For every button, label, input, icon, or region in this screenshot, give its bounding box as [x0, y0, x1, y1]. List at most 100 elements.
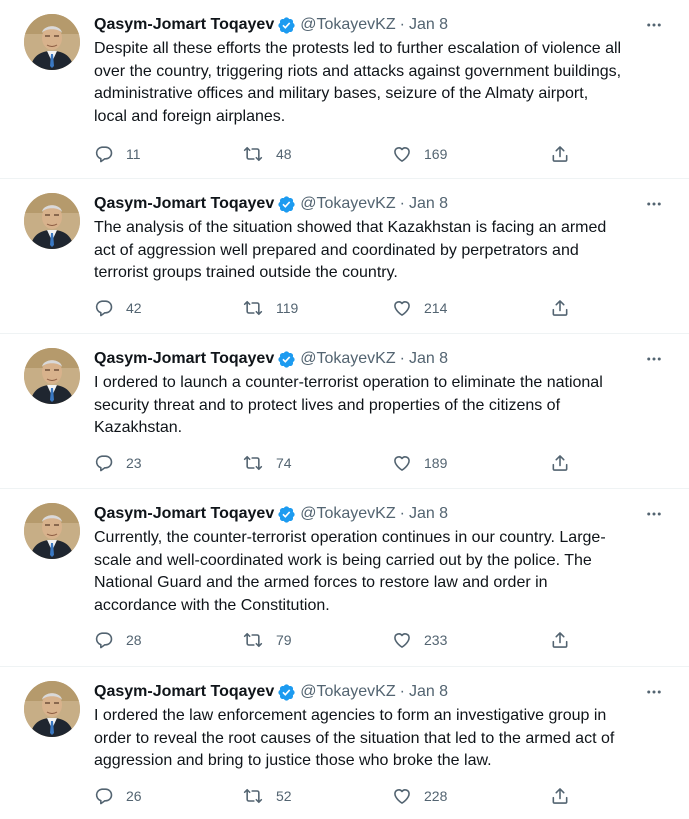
tweet-actions: 28 79 233 [94, 628, 586, 652]
author-name[interactable]: Qasym-Jomart Toqayev [94, 348, 274, 370]
tweet-header: Qasym-Jomart Toqayev @TokayevKZ · Jan 8 [94, 193, 448, 215]
tweet-text: I ordered to launch a counter-terrorist … [94, 374, 603, 436]
separator-dot: · [399, 505, 405, 522]
retweet-button[interactable]: 74 [242, 451, 292, 475]
author-name[interactable]: Qasym-Jomart Toqayev [94, 503, 274, 525]
separator-dot: · [399, 16, 405, 33]
author-handle[interactable]: @TokayevKZ [300, 193, 395, 215]
author-name[interactable]: Qasym-Jomart Toqayev [94, 681, 274, 703]
reply-icon [95, 300, 113, 317]
avatar-photo [24, 503, 80, 559]
reply-count: 11 [126, 146, 141, 162]
avatar[interactable] [24, 14, 80, 70]
retweet-button[interactable]: 79 [242, 628, 292, 652]
like-button[interactable]: 228 [392, 784, 447, 808]
author-name[interactable]: Qasym-Jomart Toqayev [94, 14, 274, 36]
tweet-2[interactable]: Qasym-Jomart Toqayev @TokayevKZ · Jan 8 … [0, 179, 689, 334]
share-button[interactable] [550, 451, 570, 475]
retweet-button[interactable]: 52 [242, 784, 292, 808]
reply-icon [95, 146, 113, 163]
share-icon [552, 455, 568, 471]
retweet-button[interactable]: 119 [242, 296, 298, 320]
avatar-photo [24, 681, 80, 737]
share-icon [552, 632, 568, 648]
separator-dot: · [399, 683, 405, 700]
author-handle[interactable]: @TokayevKZ [300, 14, 395, 36]
tweet-timestamp[interactable]: Jan 8 [409, 193, 448, 215]
tweet-text: I ordered the law enforcement agencies t… [94, 707, 615, 769]
tweet-5[interactable]: Qasym-Jomart Toqayev @TokayevKZ · Jan 8 … [0, 667, 689, 819]
like-button[interactable]: 169 [392, 142, 447, 166]
retweet-icon [243, 146, 263, 162]
avatar-photo [24, 348, 80, 404]
tweet-header: Qasym-Jomart Toqayev @TokayevKZ · Jan 8 [94, 503, 448, 525]
share-button[interactable] [550, 142, 570, 166]
author-handle[interactable]: @TokayevKZ [300, 681, 395, 703]
like-button[interactable]: 214 [392, 296, 447, 320]
more-options-icon[interactable] [641, 193, 667, 215]
retweet-count: 119 [276, 300, 299, 316]
author-name[interactable]: Qasym-Jomart Toqayev [94, 193, 274, 215]
more-options-icon[interactable] [641, 348, 667, 370]
tweet-actions: 23 74 189 [94, 451, 586, 475]
tweet-4[interactable]: Qasym-Jomart Toqayev @TokayevKZ · Jan 8 … [0, 489, 689, 667]
reply-count: 28 [126, 632, 142, 648]
retweet-icon [243, 788, 263, 804]
tweet-text: Despite all these efforts the protests l… [94, 40, 622, 125]
tweet-text: Currently, the counter-terrorist operati… [94, 529, 606, 614]
tweet-text: The analysis of the situation showed tha… [94, 219, 607, 281]
more-options-icon[interactable] [641, 503, 667, 525]
author-handle[interactable]: @TokayevKZ [300, 348, 395, 370]
reply-icon [95, 788, 113, 805]
tweet-timestamp[interactable]: Jan 8 [409, 348, 448, 370]
like-heart-icon [394, 147, 410, 162]
verified-badge-icon [277, 505, 296, 524]
verified-badge-icon [277, 195, 296, 214]
tweet-timestamp[interactable]: Jan 8 [409, 14, 448, 36]
reply-count: 26 [126, 788, 142, 804]
avatar[interactable] [24, 503, 80, 559]
reply-count: 42 [126, 300, 142, 316]
tweet-timestamp[interactable]: Jan 8 [409, 503, 448, 525]
avatar[interactable] [24, 348, 80, 404]
tweet-1[interactable]: Qasym-Jomart Toqayev @TokayevKZ · Jan 8 … [0, 0, 689, 179]
like-heart-icon [394, 789, 410, 804]
reply-button[interactable]: 23 [94, 451, 142, 475]
author-handle[interactable]: @TokayevKZ [300, 503, 395, 525]
tweet-header: Qasym-Jomart Toqayev @TokayevKZ · Jan 8 [94, 681, 448, 703]
tweet-header: Qasym-Jomart Toqayev @TokayevKZ · Jan 8 [94, 14, 448, 36]
retweet-count: 52 [276, 788, 292, 804]
retweet-icon [243, 632, 263, 648]
avatar-photo [24, 193, 80, 249]
share-button[interactable] [550, 296, 570, 320]
retweet-button[interactable]: 48 [242, 142, 292, 166]
like-count: 169 [424, 146, 448, 162]
share-button[interactable] [550, 784, 570, 808]
retweet-count: 79 [276, 632, 292, 648]
reply-button[interactable]: 26 [94, 784, 142, 808]
like-count: 189 [424, 455, 448, 471]
more-options-icon[interactable] [641, 681, 667, 703]
share-button[interactable] [550, 628, 570, 652]
reply-button[interactable]: 11 [94, 142, 141, 166]
like-count: 233 [424, 632, 448, 648]
reply-button[interactable]: 42 [94, 296, 142, 320]
separator-dot: · [399, 195, 405, 212]
like-button[interactable]: 233 [392, 628, 447, 652]
tweet-actions: 26 52 228 [94, 784, 586, 808]
tweet-timestamp[interactable]: Jan 8 [409, 681, 448, 703]
avatar[interactable] [24, 193, 80, 249]
share-icon [552, 788, 568, 804]
retweet-count: 74 [276, 455, 292, 471]
retweet-icon [243, 455, 263, 471]
like-count: 214 [424, 300, 448, 316]
reply-button[interactable]: 28 [94, 628, 142, 652]
verified-badge-icon [277, 16, 296, 35]
tweet-3[interactable]: Qasym-Jomart Toqayev @TokayevKZ · Jan 8 … [0, 334, 689, 489]
avatar-photo [24, 14, 80, 70]
like-button[interactable]: 189 [392, 451, 447, 475]
avatar[interactable] [24, 681, 80, 737]
verified-badge-icon [277, 683, 296, 702]
more-options-icon[interactable] [641, 14, 667, 36]
tweet-actions: 11 48 169 [94, 142, 586, 166]
